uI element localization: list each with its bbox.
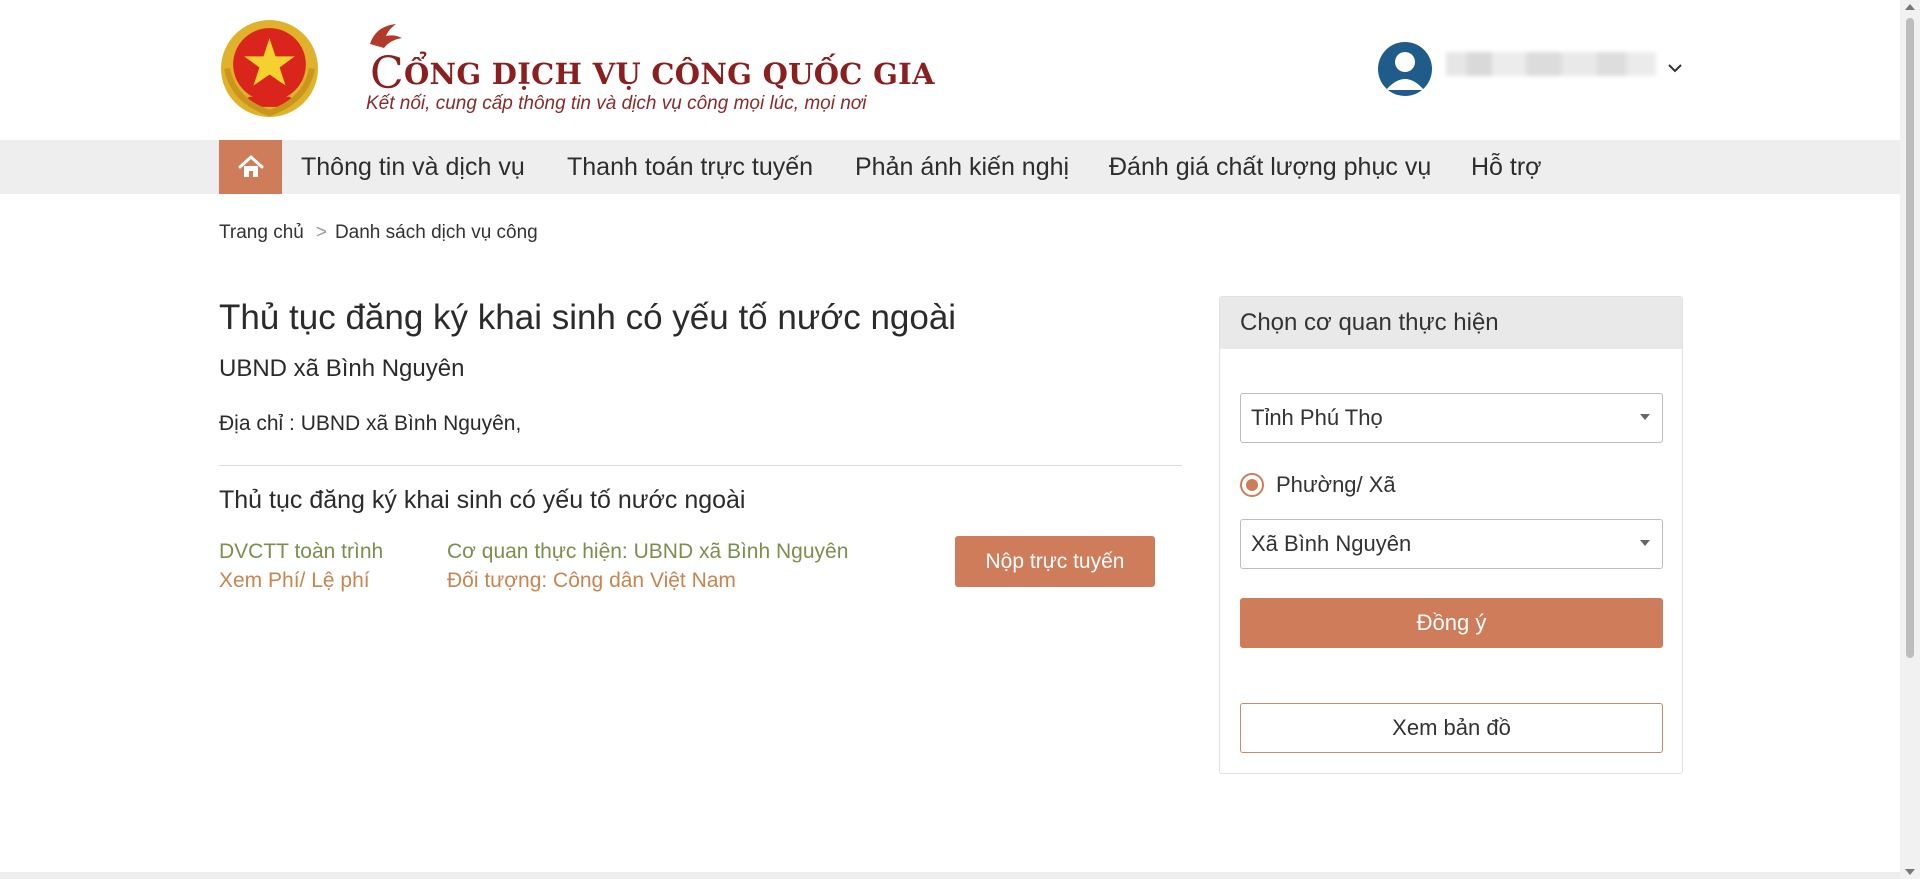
- footer-strip: [0, 872, 1900, 879]
- nav-item-payment[interactable]: Thanh toán trực tuyến: [567, 140, 813, 194]
- brand-title: CỔNG DỊCH VỤ CÔNG QUỐC GIA: [370, 48, 935, 99]
- breadcrumb-home-link[interactable]: Trang chủ: [219, 222, 304, 243]
- breadcrumb-current[interactable]: Danh sách dịch vụ công: [335, 222, 538, 243]
- scroll-down-icon[interactable]: [1905, 869, 1915, 875]
- radio-selected-icon[interactable]: [1240, 473, 1264, 497]
- province-select-value: Tỉnh Phú Thọ: [1251, 405, 1383, 430]
- agree-button[interactable]: Đồng ý: [1240, 598, 1663, 648]
- agency-selector-panel: Chọn cơ quan thực hiện Tỉnh Phú Thọ Phườ…: [1219, 296, 1683, 774]
- brand-subtitle: Kết nối, cung cấp thông tin và dịch vụ c…: [366, 93, 867, 114]
- dropdown-caret-icon: [1640, 414, 1650, 420]
- nav-item-feedback[interactable]: Phản ánh kiến nghị: [855, 140, 1069, 194]
- scrollbar-thumb[interactable]: [1906, 18, 1914, 658]
- agency-address: Địa chỉ : UBND xã Bình Nguyên,: [219, 412, 522, 435]
- submit-online-button[interactable]: Nộp trực tuyến: [955, 536, 1155, 587]
- agency-name: UBND xã Bình Nguyên: [219, 355, 465, 382]
- site-header: CỔNG DỊCH VỤ CÔNG QUỐC GIA Kết nối, cung…: [0, 0, 1900, 140]
- page-title: Thủ tục đăng ký khai sinh có yếu tố nước…: [219, 298, 957, 337]
- page-scrollbar[interactable]: [1900, 0, 1920, 879]
- user-menu[interactable]: [1378, 42, 1688, 100]
- dropdown-caret-icon: [1640, 540, 1650, 546]
- chevron-down-icon[interactable]: [1668, 60, 1682, 78]
- commune-select-value: Xã Bình Nguyên: [1251, 531, 1412, 556]
- audience-label: Đối tượng: Công dân Việt Nam: [447, 569, 736, 592]
- fees-link[interactable]: Xem Phí/ Lệ phí: [219, 569, 370, 593]
- radio-label: Phường/ Xã: [1276, 472, 1396, 497]
- service-level-label: DVCTT toàn trình: [219, 540, 384, 563]
- breadcrumb: Trang chủ > Danh sách dịch vụ công: [219, 222, 538, 244]
- nav-item-services[interactable]: Thông tin và dịch vụ: [301, 140, 525, 194]
- divider: [219, 465, 1182, 466]
- ward-commune-radio[interactable]: Phường/ Xã: [1240, 471, 1396, 499]
- procedure-title[interactable]: Thủ tục đăng ký khai sinh có yếu tố nước…: [219, 486, 746, 515]
- implementing-agency-label: Cơ quan thực hiện: UBND xã Bình Nguyên: [447, 540, 849, 563]
- view-map-button[interactable]: Xem bản đồ: [1240, 703, 1663, 753]
- province-select[interactable]: Tỉnh Phú Thọ: [1240, 393, 1663, 443]
- nav-home-button[interactable]: [219, 140, 282, 194]
- main-nav: Thông tin và dịch vụ Thanh toán trực tuy…: [0, 140, 1900, 194]
- commune-select[interactable]: Xã Bình Nguyên: [1240, 519, 1663, 569]
- breadcrumb-separator: >: [315, 222, 327, 243]
- home-icon: [238, 155, 263, 177]
- username-redacted: [1446, 52, 1656, 76]
- user-avatar-icon[interactable]: [1378, 42, 1432, 96]
- nav-item-support[interactable]: Hỗ trợ: [1471, 140, 1542, 194]
- national-emblem-icon[interactable]: [219, 17, 320, 120]
- panel-title: Chọn cơ quan thực hiện: [1220, 297, 1682, 349]
- scroll-up-icon[interactable]: [1905, 4, 1915, 10]
- nav-item-rating[interactable]: Đánh giá chất lượng phục vụ: [1109, 140, 1431, 194]
